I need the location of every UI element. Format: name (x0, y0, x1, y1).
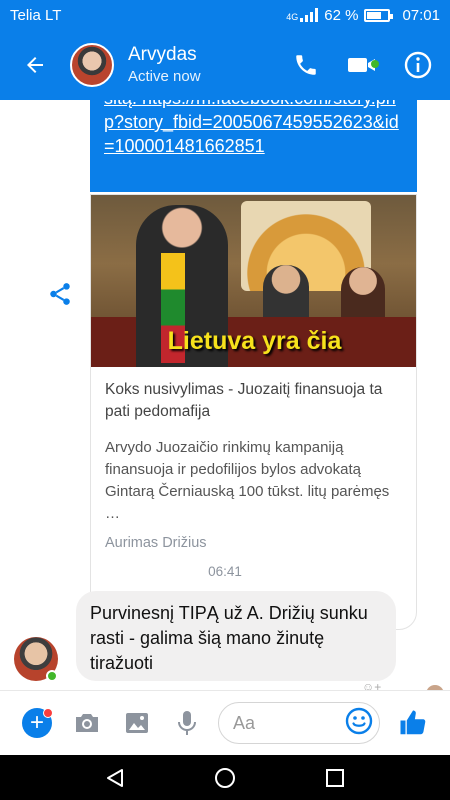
camera-button[interactable] (62, 698, 112, 748)
message-input[interactable] (233, 712, 345, 734)
add-reaction-icon[interactable]: ☺+ (362, 680, 381, 690)
microphone-icon (178, 711, 196, 735)
back-arrow-icon (27, 57, 43, 73)
status-icons: 4G 62 % 07:01 (286, 7, 440, 24)
nav-back-icon (107, 768, 123, 787)
received-message-bubble[interactable]: Purvinesnį TIPĄ už A. Drižių sunku rasti… (76, 591, 396, 681)
link-message-text[interactable]: sitą. https://m.facebook.com/story.php?s… (104, 100, 403, 158)
link-preview-body[interactable]: Koks nusivylimas - Juozaitį finansuoja t… (91, 367, 416, 553)
contact-avatar[interactable] (70, 43, 114, 87)
link-preview-title: Koks nusivylimas - Juozaitį finansuoja t… (105, 381, 383, 420)
battery-icon (364, 8, 394, 22)
notification-dot (43, 708, 53, 718)
nav-home-button[interactable] (205, 758, 245, 798)
online-indicator (371, 60, 379, 68)
phone-icon (296, 55, 316, 75)
emoji-button[interactable] (345, 707, 373, 740)
status-bar: Telia LT 4G 62 % 07:01 (0, 0, 450, 30)
back-button[interactable] (0, 30, 70, 100)
contact-status: Active now (128, 68, 201, 85)
voice-record-button[interactable] (162, 698, 212, 748)
nav-home-icon (215, 767, 235, 788)
info-button[interactable] (390, 30, 446, 100)
link-message-bubble[interactable]: sitą. https://m.facebook.com/story.php?s… (90, 100, 417, 192)
gallery-button[interactable] (112, 698, 162, 748)
online-status-dot (46, 670, 58, 682)
nav-recents-button[interactable] (315, 758, 355, 798)
image-icon (126, 713, 148, 733)
video-call-button[interactable] (334, 30, 390, 100)
thumbs-up-icon (400, 710, 426, 735)
network-type: 4G (286, 11, 299, 22)
message-input-wrapper[interactable] (218, 702, 380, 744)
contact-info[interactable]: Arvydas Active now (128, 44, 278, 86)
conversation-area[interactable]: sitą. https://m.facebook.com/story.php?s… (0, 100, 450, 690)
nav-back-button[interactable] (95, 758, 135, 798)
system-navigation-bar (0, 755, 450, 800)
signal-icon (300, 8, 319, 22)
more-actions-button[interactable]: + (12, 698, 62, 748)
clock: 07:01 (402, 6, 440, 24)
contact-name: Arvydas (128, 44, 197, 65)
link-preview-source: Aurimas Drižius (105, 535, 207, 551)
voice-call-button[interactable] (278, 30, 334, 100)
like-button[interactable] (388, 698, 438, 748)
info-icon (404, 51, 432, 79)
chat-header: Arvydas Active now (0, 30, 450, 100)
image-caption: Lietuva yra čia (167, 327, 342, 355)
share-button[interactable] (44, 278, 76, 310)
received-message-text: Purvinesnį TIPĄ už A. Drižių sunku rasti… (90, 603, 368, 673)
link-preview-image[interactable]: Lietuva yra čia (91, 195, 416, 367)
battery-percent: 62 % (324, 6, 359, 24)
message-composer: + (0, 690, 450, 755)
link-preview-description: Arvydo Juozaičio rinkimų kampaniją finan… (105, 439, 390, 522)
message-timestamp: 06:41 (208, 564, 242, 579)
camera-icon (76, 714, 98, 732)
carrier-name: Telia LT (10, 6, 62, 24)
share-icon (50, 283, 70, 305)
emoji-icon (345, 707, 373, 734)
nav-recents-icon (326, 768, 344, 787)
